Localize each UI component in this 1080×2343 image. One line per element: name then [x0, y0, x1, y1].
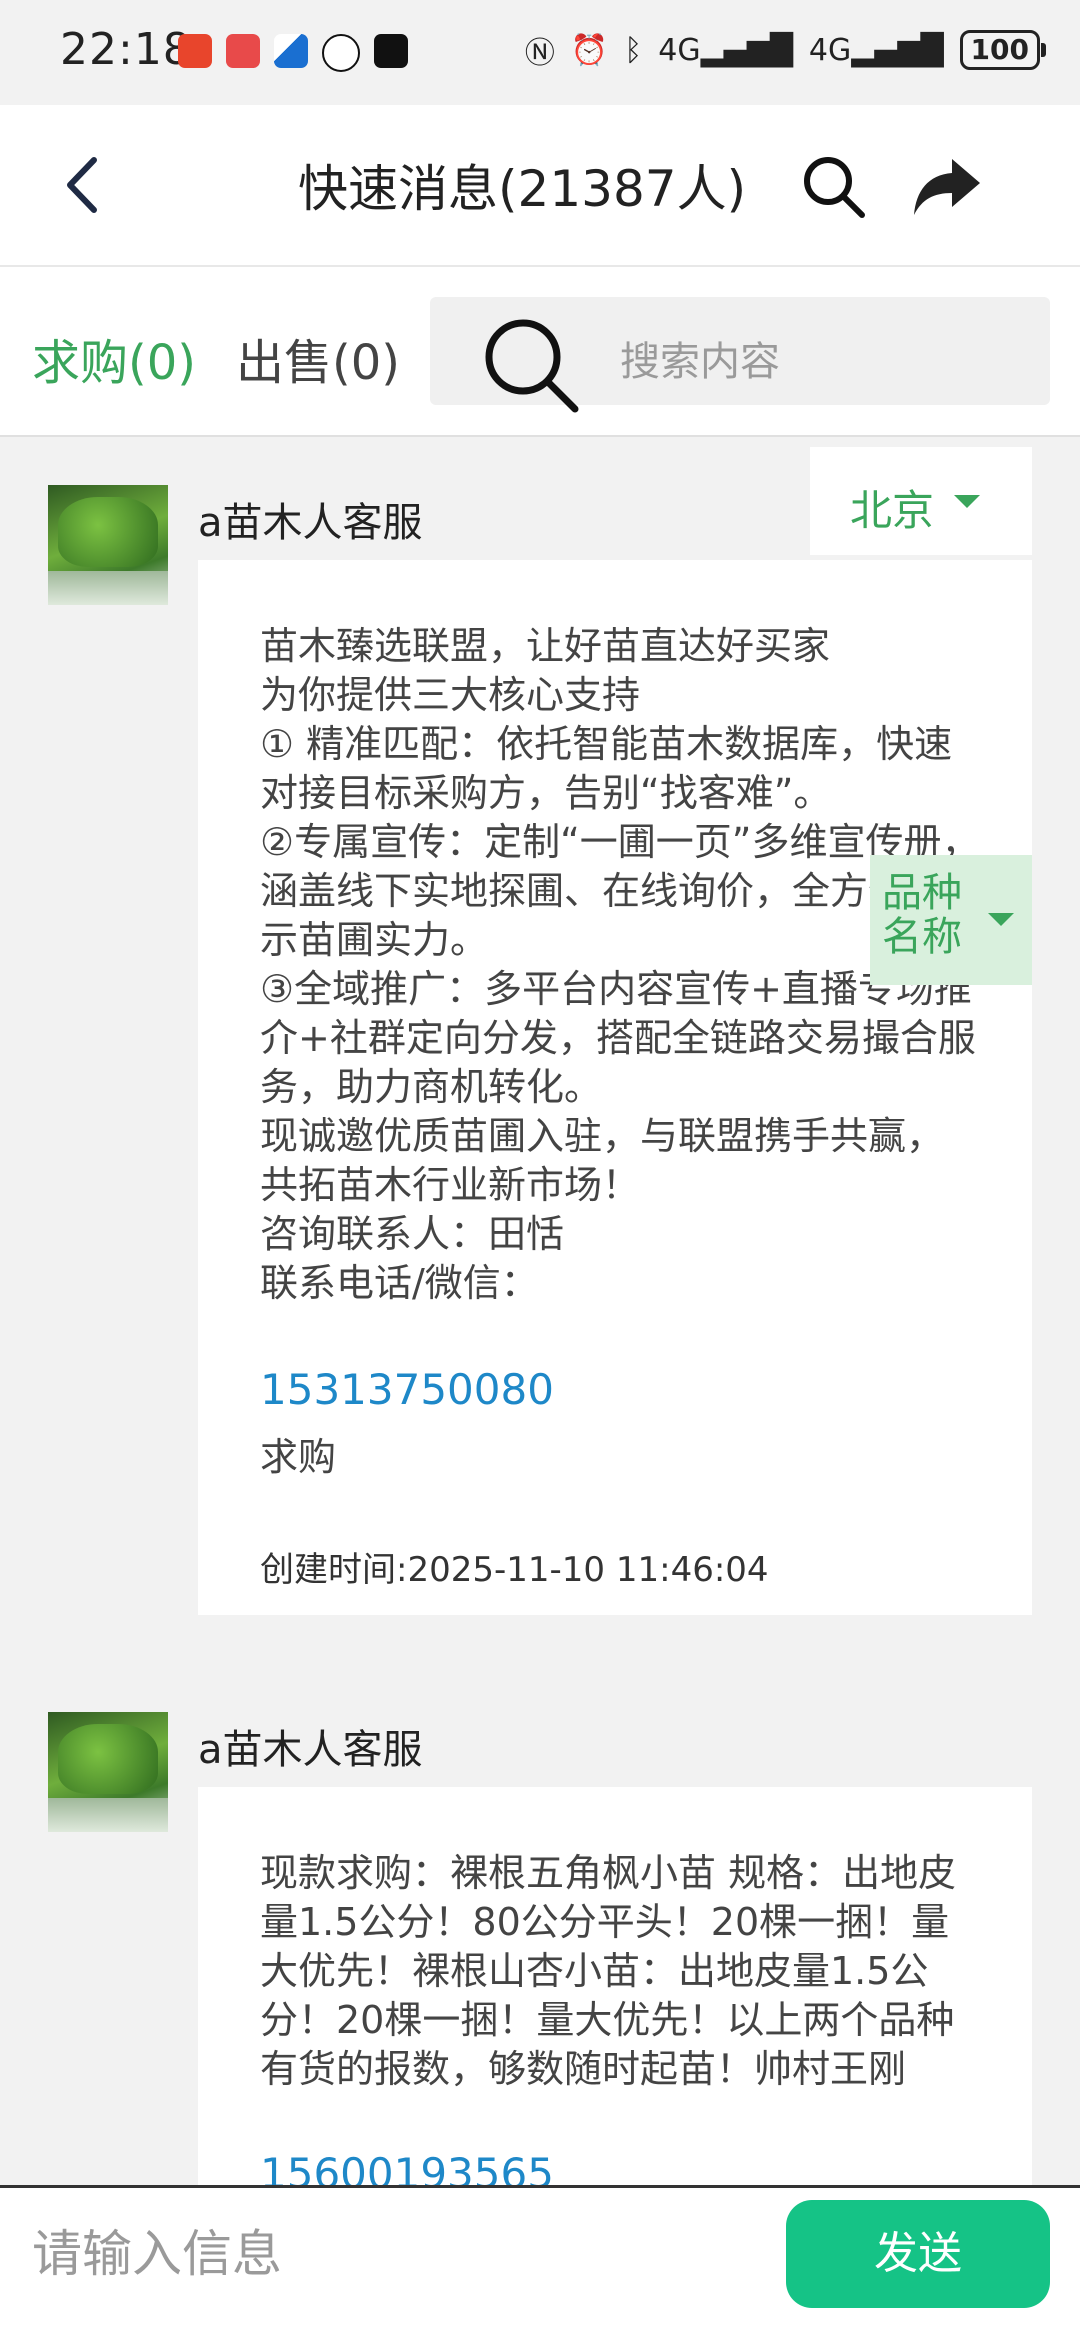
variety-label: 品种名称 [882, 870, 962, 960]
share-icon[interactable] [912, 153, 982, 219]
status-app-icons [178, 34, 408, 72]
message-text: 现款求购：裸根五角枫小苗 规格：出地皮量1.5公分！80公分平头！20棵一捆！量… [260, 1851, 957, 2091]
bluetooth-icon: ᛒ [624, 32, 643, 68]
alarm-icon: ⏰ [570, 32, 609, 68]
app-notification-icon [178, 34, 212, 68]
signal-icon: 4G▂▄▆█ [658, 32, 793, 68]
city-dropdown[interactable]: 北京 [810, 447, 1032, 555]
message-type: 求购 [260, 1435, 337, 1479]
avatar[interactable] [48, 485, 168, 605]
search-icon[interactable] [800, 153, 866, 219]
moji-weather-icon [374, 34, 408, 68]
content-search-box[interactable]: 搜索内容 [430, 297, 1050, 413]
send-button[interactable]: 发送 [786, 2200, 1050, 2308]
tab-buy[interactable]: 求购(0) [32, 323, 196, 393]
chevron-down-icon [954, 495, 980, 508]
signal-icon: 4G▂▄▆█ [808, 32, 944, 68]
message-input[interactable] [30, 2208, 774, 2300]
message-bubble[interactable]: 现款求购：裸根五角枫小苗 规格：出地皮量1.5公分！80公分平头！20棵一捆！量… [198, 1787, 1032, 2185]
variety-dropdown[interactable]: 品种名称 [870, 855, 1032, 985]
avatar[interactable] [48, 1712, 168, 1832]
phone-link[interactable]: 15600193565 [260, 2149, 554, 2185]
filter-bar: 求购(0) 出售(0) 搜索内容 [0, 267, 1080, 437]
nfc-icon: Ⓝ [524, 36, 555, 71]
sender-name: a苗木人客服 [198, 1727, 423, 1773]
sender-name: a苗木人客服 [198, 500, 423, 546]
phone-link[interactable]: 15313750080 [260, 1365, 554, 1414]
tab-sell[interactable]: 出售(0) [236, 323, 400, 393]
status-indicators: Ⓝ ⏰ ᛒ 4G▂▄▆█ 4G▂▄▆█ 100 [524, 28, 1047, 72]
app-header: 快速消息(21387人) [0, 105, 1080, 267]
battery-icon: 100 [959, 30, 1047, 70]
app-notification-icon [274, 34, 308, 68]
chevron-down-icon [988, 913, 1014, 926]
created-time: 创建时间:2025-11-10 11:46:04 [260, 1550, 769, 1590]
status-time: 22:18 [60, 24, 192, 75]
page-title: 快速消息(21387人) [298, 160, 747, 218]
search-icon [485, 319, 579, 413]
status-bar: 22:18 Ⓝ ⏰ ᛒ 4G▂▄▆█ 4G▂▄▆█ 100 [0, 0, 1080, 105]
message-input-bar: 发送 [0, 2185, 1080, 2343]
back-icon[interactable] [50, 150, 120, 220]
city-label: 北京 [850, 486, 935, 535]
mail-app-icon [226, 34, 260, 68]
message-bubble[interactable]: 苗木臻选联盟，让好苗直达好买家 为你提供三大核心支持 ① 精准匹配：依托智能苗木… [198, 560, 1032, 1615]
qq-icon [322, 34, 360, 72]
search-placeholder: 搜索内容 [620, 339, 780, 385]
